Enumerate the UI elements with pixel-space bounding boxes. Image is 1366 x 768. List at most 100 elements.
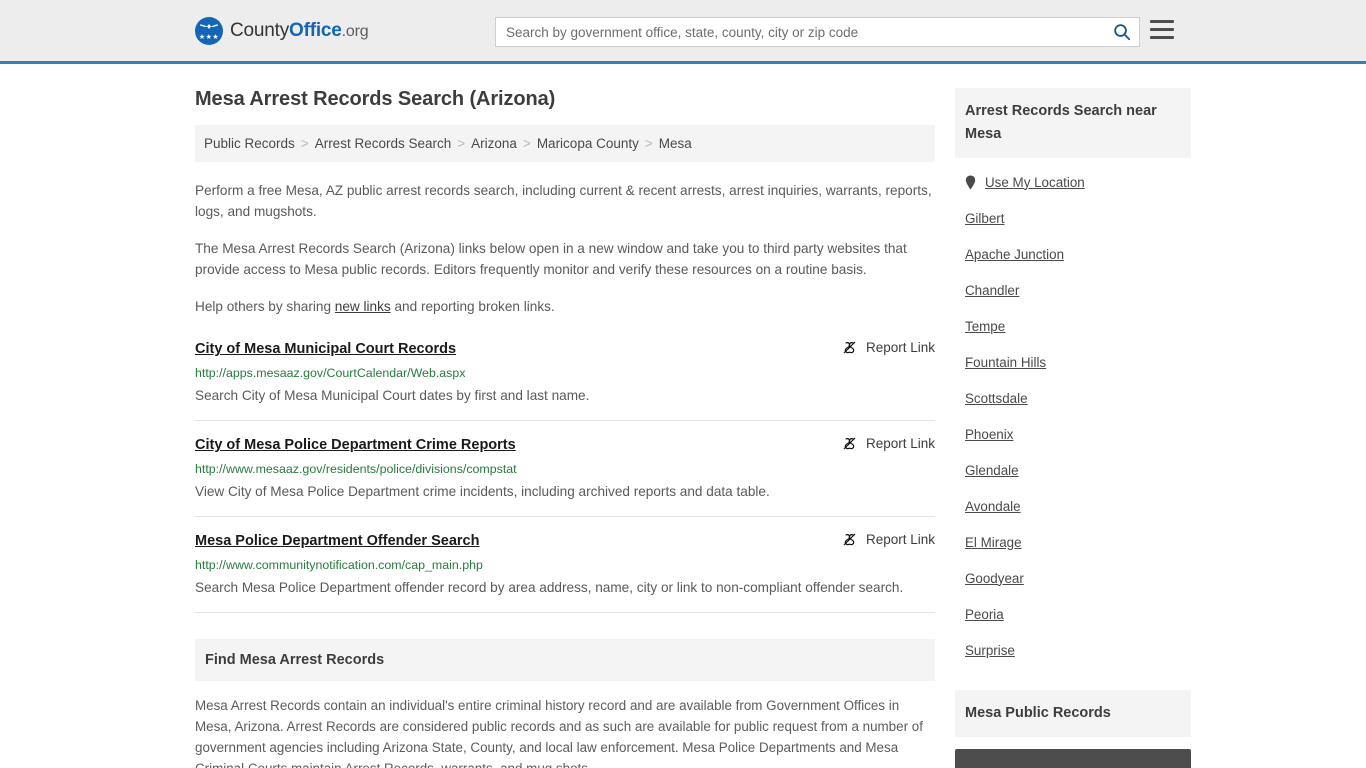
sidebar-public-records-heading: Mesa Public Records bbox=[965, 705, 1111, 721]
result-url[interactable]: http://www.mesaaz.gov/residents/police/d… bbox=[195, 461, 935, 478]
breadcrumb-item-maricopa-county[interactable]: Maricopa County bbox=[537, 136, 639, 151]
sidebar-city-tempe[interactable]: Tempe bbox=[965, 308, 1191, 344]
report-link-button[interactable]: Report Link bbox=[842, 340, 935, 355]
result-row: City of Mesa Police Department Crime Rep… bbox=[195, 435, 935, 517]
sidebar-public-records-header: Mesa Public Records bbox=[955, 690, 1191, 737]
breadcrumb: Public Records > Arrest Records Search >… bbox=[195, 125, 935, 162]
sidebar-city-apache-junction[interactable]: Apache Junction bbox=[965, 236, 1191, 272]
sidebar-city-label: Goodyear bbox=[965, 570, 1024, 586]
sidebar-near-heading: Arrest Records Search near Mesa bbox=[965, 103, 1157, 142]
breadcrumb-item-arizona[interactable]: Arizona bbox=[471, 136, 517, 151]
sidebar-city-label: Scottsdale bbox=[965, 390, 1028, 406]
result-url[interactable]: http://www.communitynotification.com/cap… bbox=[195, 557, 935, 574]
sidebar-city-label: Avondale bbox=[965, 498, 1021, 514]
report-link-label: Report Link bbox=[865, 436, 935, 451]
sidebar-city-label: Tempe bbox=[965, 318, 1006, 334]
unlink-icon bbox=[843, 341, 856, 354]
seal-stars: ★★★ bbox=[198, 33, 220, 41]
new-links-link[interactable]: new links bbox=[335, 299, 391, 314]
sidebar-city-label: Chandler bbox=[965, 282, 1020, 298]
result-header: City of Mesa Municipal Court Records Rep… bbox=[195, 339, 935, 359]
breadcrumb-separator: > bbox=[522, 136, 531, 151]
map-pin-icon bbox=[965, 175, 976, 189]
hamburger-bar-3 bbox=[1150, 36, 1174, 39]
result-description: Search Mesa Police Department offender r… bbox=[195, 580, 904, 595]
search-bar[interactable] bbox=[495, 17, 1140, 47]
sidebar-city-label: Glendale bbox=[965, 462, 1019, 478]
eagle-glyph bbox=[200, 23, 218, 29]
find-records-heading: Find Mesa Arrest Records bbox=[205, 652, 385, 668]
brand-part-office: Office bbox=[289, 19, 342, 41]
page-container: Mesa Arrest Records Search (Arizona) Pub… bbox=[0, 64, 1366, 768]
sidebar-city-avondale[interactable]: Avondale bbox=[965, 488, 1191, 524]
hamburger-menu-icon[interactable] bbox=[1150, 20, 1174, 39]
find-records-header: Find Mesa Arrest Records bbox=[195, 639, 935, 681]
brand-wordmark: CountyOffice.org bbox=[230, 19, 369, 42]
search-icon bbox=[1114, 24, 1131, 41]
breadcrumb-separator: > bbox=[644, 136, 653, 151]
result-header: City of Mesa Police Department Crime Rep… bbox=[195, 435, 935, 455]
sidebar-city-fountain-hills[interactable]: Fountain Hills bbox=[965, 344, 1191, 380]
breadcrumb-item-public-records[interactable]: Public Records bbox=[204, 136, 295, 151]
result-title-link[interactable]: City of Mesa Police Department Crime Rep… bbox=[195, 435, 516, 455]
result-header: Mesa Police Department Offender Search R… bbox=[195, 531, 935, 551]
result-row: City of Mesa Municipal Court Records Rep… bbox=[195, 339, 935, 421]
sidebar-city-gilbert[interactable]: Gilbert bbox=[965, 200, 1191, 236]
result-description: View City of Mesa Police Department crim… bbox=[195, 484, 770, 499]
sidebar-near-header: Arrest Records Search near Mesa bbox=[955, 88, 1191, 158]
result-url[interactable]: http://apps.mesaaz.gov/CourtCalendar/Web… bbox=[195, 365, 935, 382]
unlink-icon bbox=[843, 533, 856, 546]
sidebar-public-records-item[interactable] bbox=[955, 749, 1191, 768]
sidebar-city-label: Phoenix bbox=[965, 426, 1014, 442]
brand-part-tld: .org bbox=[341, 22, 369, 40]
sidebar-city-label: El Mirage bbox=[965, 534, 1022, 550]
sidebar-city-peoria[interactable]: Peoria bbox=[965, 596, 1191, 632]
sidebar-city-label: Surprise bbox=[965, 642, 1015, 658]
help-text-after: and reporting broken links. bbox=[390, 299, 555, 314]
sidebar-city-label: Gilbert bbox=[965, 210, 1005, 226]
report-link-button[interactable]: Report Link bbox=[842, 532, 935, 547]
page-title: Mesa Arrest Records Search (Arizona) bbox=[195, 88, 556, 110]
eagle-seal-icon: ★★★ bbox=[195, 16, 223, 45]
result-row: Mesa Police Department Offender Search R… bbox=[195, 531, 935, 613]
result-title-link[interactable]: City of Mesa Municipal Court Records bbox=[195, 339, 456, 359]
report-link-label: Report Link bbox=[865, 340, 935, 355]
use-my-location-link[interactable]: Use My Location bbox=[965, 164, 1191, 200]
report-link-button[interactable]: Report Link bbox=[842, 436, 935, 451]
search-button[interactable] bbox=[1105, 18, 1139, 46]
report-link-label: Report Link bbox=[865, 532, 935, 547]
result-description: Search City of Mesa Municipal Court date… bbox=[195, 388, 590, 403]
sidebar-city-scottsdale[interactable]: Scottsdale bbox=[965, 380, 1191, 416]
sidebar-city-goodyear[interactable]: Goodyear bbox=[965, 560, 1191, 596]
sidebar-city-surprise[interactable]: Surprise bbox=[965, 632, 1191, 668]
sidebar-city-label: Fountain Hills bbox=[965, 354, 1047, 370]
site-logo[interactable]: ★★★ CountyOffice.org bbox=[195, 16, 369, 45]
search-input[interactable] bbox=[496, 18, 1105, 46]
sidebar-city-label: Apache Junction bbox=[965, 246, 1065, 262]
brand-part-county: County bbox=[230, 19, 290, 41]
breadcrumb-item-mesa[interactable]: Mesa bbox=[659, 136, 692, 151]
sidebar-city-chandler[interactable]: Chandler bbox=[965, 272, 1191, 308]
hamburger-bar-2 bbox=[1150, 28, 1174, 31]
breadcrumb-item-arrest-records-search[interactable]: Arrest Records Search bbox=[315, 136, 452, 151]
site-header: ★★★ CountyOffice.org bbox=[0, 0, 1366, 64]
sidebar: Arrest Records Search near Mesa Use My L… bbox=[955, 64, 1191, 768]
unlink-icon bbox=[843, 437, 856, 450]
sidebar-city-label: Peoria bbox=[965, 606, 1004, 622]
intro-paragraph-2: The Mesa Arrest Records Search (Arizona)… bbox=[195, 241, 907, 277]
help-share-line: Help others by sharing new links and rep… bbox=[195, 296, 935, 317]
use-my-location-label: Use My Location bbox=[985, 174, 1085, 190]
hamburger-bar-1 bbox=[1150, 20, 1174, 23]
sidebar-city-glendale[interactable]: Glendale bbox=[965, 452, 1191, 488]
results-list: City of Mesa Municipal Court Records Rep… bbox=[195, 339, 935, 613]
sidebar-city-phoenix[interactable]: Phoenix bbox=[965, 416, 1191, 452]
intro-paragraph-1: Perform a free Mesa, AZ public arrest re… bbox=[195, 183, 932, 219]
result-title-link[interactable]: Mesa Police Department Offender Search bbox=[195, 531, 479, 551]
sidebar-city-links: Use My Location Gilbert Apache Junction … bbox=[955, 158, 1191, 668]
find-records-body: Mesa Arrest Records contain an individua… bbox=[195, 698, 923, 768]
help-text-before: Help others by sharing bbox=[195, 299, 335, 314]
breadcrumb-separator: > bbox=[300, 136, 309, 151]
main-content: Mesa Arrest Records Search (Arizona) Pub… bbox=[195, 64, 935, 768]
sidebar-city-el-mirage[interactable]: El Mirage bbox=[965, 524, 1191, 560]
breadcrumb-separator: > bbox=[457, 136, 466, 151]
